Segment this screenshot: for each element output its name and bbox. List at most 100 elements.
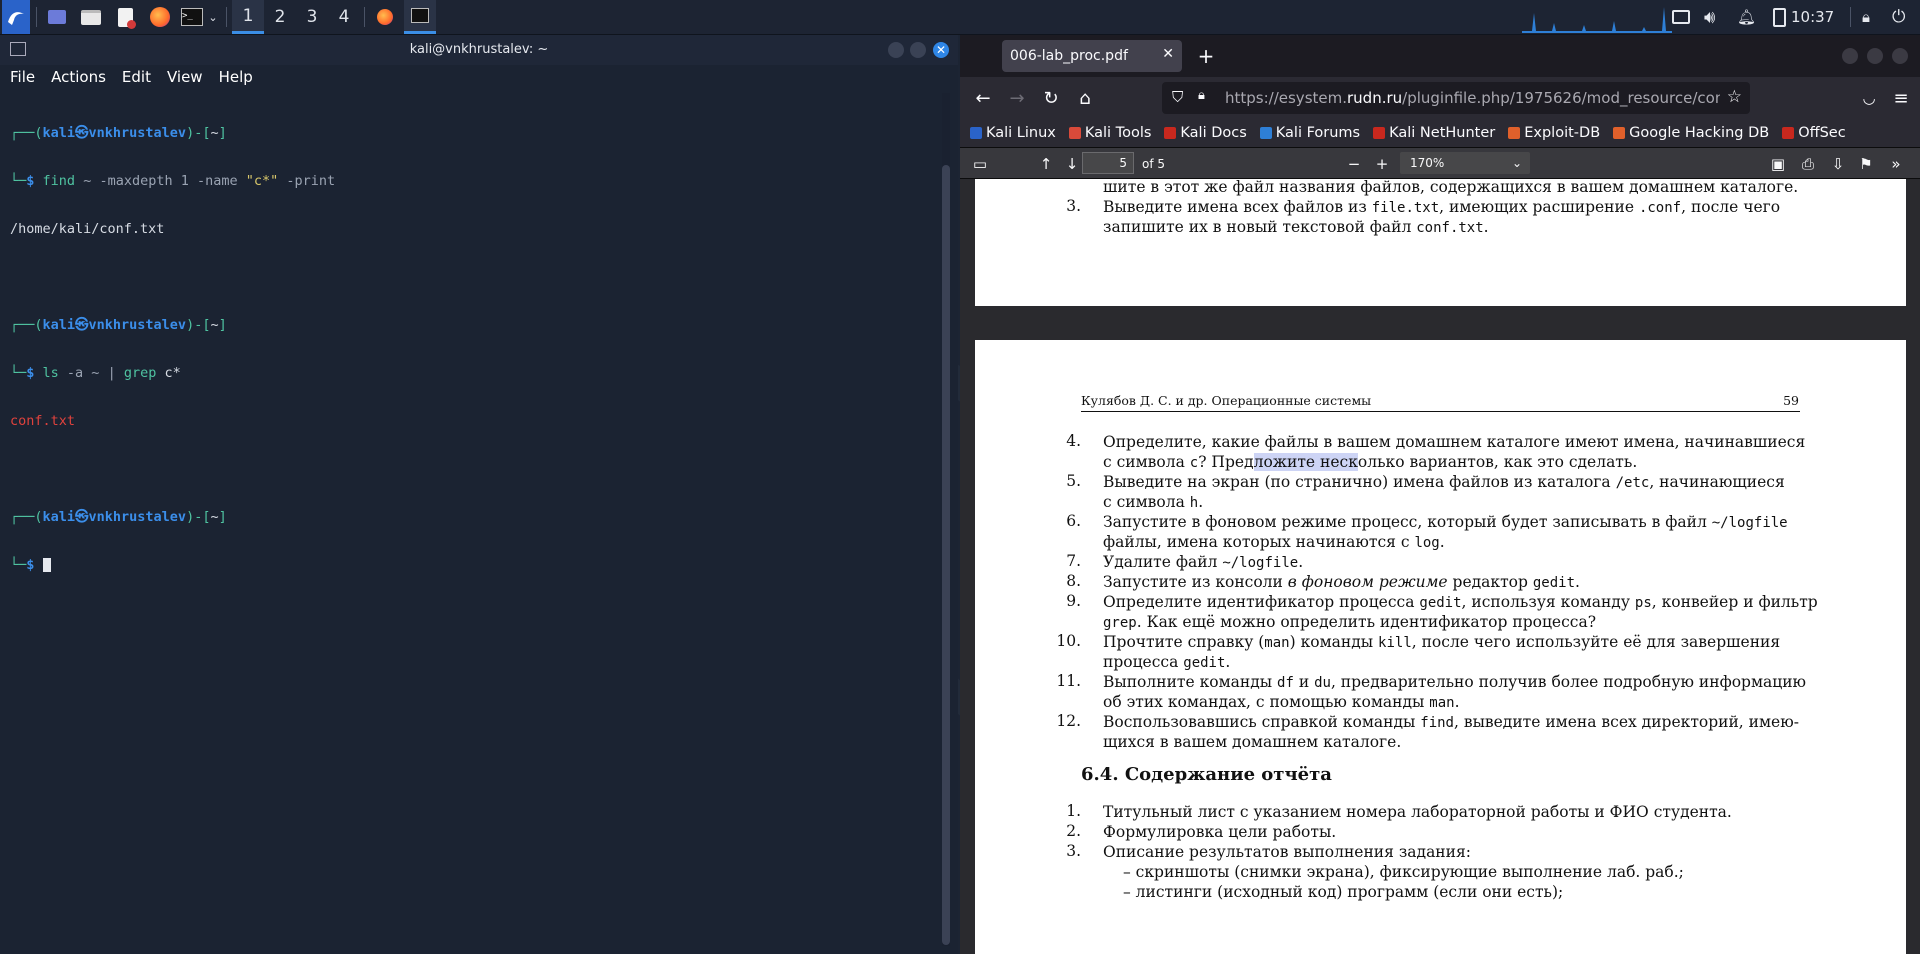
pocket-icon[interactable]: ◡ bbox=[1854, 83, 1884, 113]
close-button[interactable]: ✕ bbox=[933, 42, 949, 58]
file-manager-icon[interactable] bbox=[76, 0, 106, 34]
panel-separator bbox=[364, 7, 365, 27]
terminal-titlebar[interactable]: kali@vnkhrustalev: ~ ✕ bbox=[0, 35, 958, 65]
pdf-line: Выведите имена всех файлов из file.txt, … bbox=[1103, 198, 1781, 216]
pdf-line: Воспользовавшись справкой команды find, … bbox=[1103, 713, 1799, 731]
cpu-graph bbox=[1522, 7, 1672, 33]
pdf-line: об этих командах, с помощью команды man. bbox=[1103, 693, 1460, 711]
page-number-input[interactable]: 5 bbox=[1082, 152, 1134, 174]
bookmark-kali-docs[interactable]: Kali Docs bbox=[1164, 125, 1247, 141]
sidebar-toggle-icon[interactable]: ▭ bbox=[968, 152, 992, 176]
bookmark-kali-forums[interactable]: Kali Forums bbox=[1259, 125, 1360, 141]
battery-icon[interactable] bbox=[1773, 0, 1786, 34]
pdf-page-5: Кулябов Д. С. и др. Операционные системы… bbox=[975, 340, 1906, 954]
list-number: 3. bbox=[1066, 842, 1081, 860]
maximize-button[interactable] bbox=[910, 42, 926, 58]
power-icon[interactable]: ⏻ bbox=[1892, 0, 1905, 34]
workspace-1[interactable]: 1 bbox=[232, 0, 264, 34]
prompt-line: ┌──(kali㉿vnkhrustalev)-[~] bbox=[10, 509, 227, 525]
minimize-button[interactable] bbox=[888, 42, 904, 58]
menu-file[interactable]: File bbox=[10, 68, 35, 86]
pdf-line: процесса gedit. bbox=[1103, 653, 1231, 671]
menu-view[interactable]: View bbox=[167, 68, 203, 86]
pdf-line: шите в этот же файл названия файлов, сод… bbox=[1103, 179, 1799, 196]
back-icon[interactable]: ← bbox=[968, 83, 998, 113]
bookmark-offsec[interactable]: OffSec bbox=[1782, 125, 1846, 141]
text-editor-icon[interactable] bbox=[110, 0, 140, 34]
bookmark-google-hacking-db[interactable]: Google Hacking DB bbox=[1613, 125, 1769, 141]
new-tab-button[interactable]: + bbox=[1192, 40, 1220, 72]
zoom-out-icon[interactable]: − bbox=[1342, 152, 1366, 176]
tab-title: 006-lab_proc.pdf bbox=[1010, 48, 1128, 64]
list-number: 3. bbox=[1066, 197, 1081, 215]
menu-actions[interactable]: Actions bbox=[51, 68, 106, 86]
tab-pdf[interactable]: 006-lab_proc.pdf ✕ bbox=[1002, 40, 1182, 72]
next-page-icon[interactable]: ↓ bbox=[1060, 152, 1084, 176]
taskbar-firefox-icon[interactable] bbox=[370, 0, 400, 34]
bookmark-exploit-db[interactable]: Exploit-DB bbox=[1508, 125, 1600, 141]
clock[interactable]: 10:37 bbox=[1791, 0, 1834, 34]
print-icon[interactable]: ⎙ bbox=[1796, 152, 1820, 176]
zoom-select[interactable]: 170% ⌄ bbox=[1400, 152, 1530, 174]
pdf-line: Прочтите справку (man) команды kill, пос… bbox=[1103, 633, 1781, 651]
workspace-4[interactable]: 4 bbox=[328, 0, 360, 34]
text-selection[interactable]: ложите неск bbox=[1253, 453, 1358, 471]
list-number: 5. bbox=[1066, 472, 1081, 490]
home-icon[interactable]: ⌂ bbox=[1070, 83, 1100, 113]
close-button[interactable] bbox=[1892, 48, 1908, 64]
kali-menu-icon[interactable] bbox=[2, 0, 30, 34]
pdf-line: запишите их в новый текстовой файл conf.… bbox=[1103, 218, 1489, 236]
list-number: 8. bbox=[1066, 572, 1081, 590]
panel-separator bbox=[1850, 7, 1851, 27]
pdf-viewer[interactable]: шите в этот же файл названия файлов, сод… bbox=[960, 179, 1920, 954]
pdf-line: Формулировка цели работы. bbox=[1103, 823, 1337, 841]
show-desktop-icon[interactable] bbox=[42, 0, 72, 34]
previous-page-icon[interactable]: ↑ bbox=[1034, 152, 1058, 176]
firefox-window: 006-lab_proc.pdf ✕ + ← → ↻ ⌂ ⛉ 🔒︎ https:… bbox=[960, 35, 1920, 954]
url-bar[interactable]: ⛉ 🔒︎ https://esystem.rudn.ru/pluginfile.… bbox=[1162, 82, 1750, 114]
chevron-down-icon[interactable]: ⌄ bbox=[206, 0, 220, 34]
display-icon[interactable] bbox=[1672, 0, 1690, 34]
save-icon[interactable]: ⇩ bbox=[1826, 152, 1850, 176]
bookmark-icon[interactable]: ⚑ bbox=[1854, 152, 1878, 176]
lock-icon[interactable]: 🔒︎ bbox=[1862, 0, 1870, 34]
forward-icon[interactable]: → bbox=[1002, 83, 1032, 113]
volume-icon[interactable]: 🔊︎ bbox=[1704, 0, 1715, 34]
maximize-button[interactable] bbox=[1867, 48, 1883, 64]
taskbar-terminal-icon[interactable] bbox=[404, 0, 436, 34]
workspace-3[interactable]: 3 bbox=[296, 0, 328, 34]
zoom-in-icon[interactable]: + bbox=[1370, 152, 1394, 176]
bookmark-kali-nethunter[interactable]: Kali NetHunter bbox=[1373, 125, 1495, 141]
pdf-line: с символа h. bbox=[1103, 493, 1204, 511]
workspace-2[interactable]: 2 bbox=[264, 0, 296, 34]
terminal-output[interactable]: ┌──(kali㉿vnkhrustalev)-[~] └─$ find ~ -m… bbox=[10, 93, 928, 954]
command-output: conf.txt bbox=[10, 413, 76, 429]
terminal-scrollbar-thumb[interactable] bbox=[942, 165, 950, 945]
bookmark-star-icon[interactable]: ☆ bbox=[1727, 87, 1742, 107]
tools-icon[interactable]: » bbox=[1884, 152, 1908, 176]
menu-icon[interactable]: ≡ bbox=[1886, 83, 1916, 113]
pdf-line: – скриншоты (снимки экрана), фиксирующие… bbox=[1123, 863, 1684, 881]
minimize-button[interactable] bbox=[1842, 48, 1858, 64]
notifications-icon[interactable]: 🔔︎ bbox=[1737, 0, 1756, 34]
bookmark-kali-tools[interactable]: Kali Tools bbox=[1068, 125, 1151, 141]
terminal-icon[interactable]: >_ bbox=[178, 0, 206, 34]
tab-close-icon[interactable]: ✕ bbox=[1162, 46, 1174, 62]
menu-edit[interactable]: Edit bbox=[122, 68, 151, 86]
bookmark-kali-linux[interactable]: Kali Linux bbox=[970, 125, 1056, 141]
list-number: 10. bbox=[1056, 632, 1081, 650]
chevron-down-icon: ⌄ bbox=[1511, 156, 1522, 170]
reload-icon[interactable]: ↻ bbox=[1036, 83, 1066, 113]
pdf-line: щихся в вашем домашнем каталоге. bbox=[1103, 733, 1402, 751]
list-number: 4. bbox=[1066, 432, 1081, 450]
presentation-mode-icon[interactable]: ▣ bbox=[1766, 152, 1790, 176]
running-header: Кулябов Д. С. и др. Операционные системы bbox=[1081, 393, 1372, 408]
bookmarks-toolbar: Kali Linux Kali Tools Kali Docs Kali For… bbox=[960, 119, 1920, 147]
lock-icon[interactable]: 🔒︎ bbox=[1198, 88, 1205, 103]
shield-icon[interactable]: ⛉ bbox=[1172, 88, 1183, 106]
menu-help[interactable]: Help bbox=[219, 68, 253, 86]
command-line: └─$ bbox=[10, 557, 928, 573]
firefox-icon[interactable] bbox=[145, 0, 175, 34]
section-heading: 6.4. Содержание отчёта bbox=[1081, 764, 1332, 785]
navigation-toolbar: ← → ↻ ⌂ ⛉ 🔒︎ https://esystem.rudn.ru/plu… bbox=[960, 77, 1920, 119]
